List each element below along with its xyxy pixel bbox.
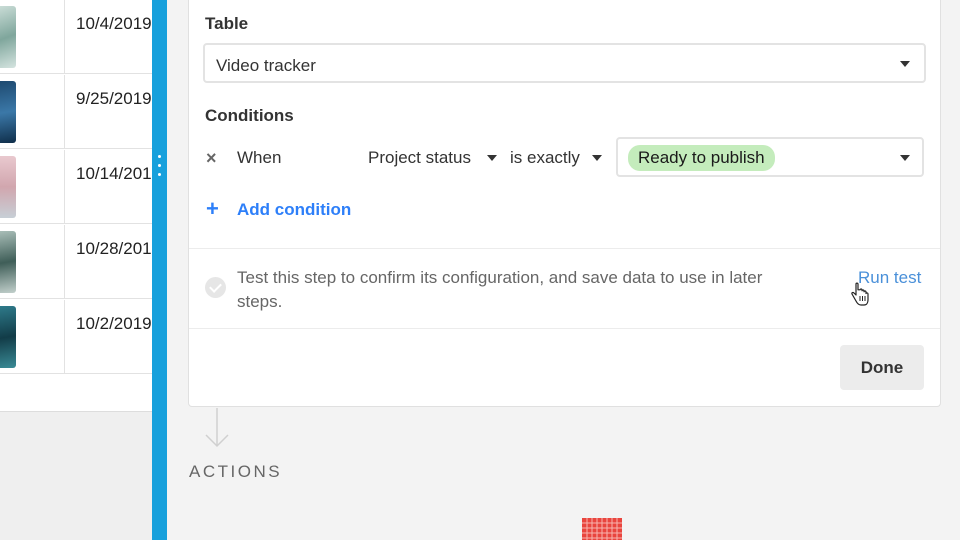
arrow-down-icon [205,408,229,448]
chevron-down-icon[interactable] [592,155,602,161]
table-row[interactable]: 10/28/2019 [0,225,152,299]
conditions-label: Conditions [205,106,294,125]
table-row[interactable]: 9/25/2019 [0,75,152,149]
condition-operator-select[interactable]: is exactly [510,148,580,168]
status-badge: Ready to publish [628,145,775,171]
attachment-thumbnail[interactable] [0,306,16,368]
done-button[interactable]: Done [840,345,924,390]
actions-heading: ACTIONS [189,462,283,481]
date-cell[interactable]: 10/28/2019 [76,239,152,259]
hand-pointer-icon [851,282,869,306]
check-circle-icon [205,277,226,298]
table-select[interactable]: Video tracker [203,43,926,83]
grid-empty-area [0,412,152,540]
test-step-description: Test this step to confirm its configurat… [237,268,763,311]
table-row[interactable]: 10/4/2019 [0,0,152,74]
action-app-icon [582,518,622,540]
date-cell[interactable]: 10/4/2019 [76,14,152,34]
remove-condition-icon[interactable]: × [206,148,217,169]
condition-operator-label: is exactly [510,148,580,167]
plus-icon: + [206,196,219,221]
attachment-thumbnail[interactable] [0,231,16,293]
date-cell[interactable]: 10/14/2019 [76,164,152,184]
divider [189,248,940,249]
condition-when-label: When [237,148,282,167]
condition-field-label: Project status [368,148,471,167]
divider [189,328,940,329]
condition-field-select[interactable]: Project status [368,148,471,168]
table-row[interactable]: 10/14/2019 [0,150,152,224]
date-cell[interactable]: 10/2/2019 [76,314,152,334]
records-grid: 10/4/2019 9/25/2019 10/14/2019 10/28/201… [0,0,152,412]
table-label: Table [205,14,249,33]
chevron-down-icon [900,61,910,67]
date-cell[interactable]: 9/25/2019 [76,89,152,109]
attachment-thumbnail[interactable] [0,6,16,68]
add-condition-label: Add condition [237,200,352,219]
attachment-thumbnail[interactable] [0,81,16,143]
chevron-down-icon[interactable] [487,155,497,161]
table-select-value: Video tracker [216,56,316,75]
chevron-down-icon [900,155,910,161]
attachment-thumbnail[interactable] [0,156,16,218]
table-row[interactable]: 10/2/2019 [0,300,152,374]
panel-resize-handle[interactable] [152,0,167,540]
